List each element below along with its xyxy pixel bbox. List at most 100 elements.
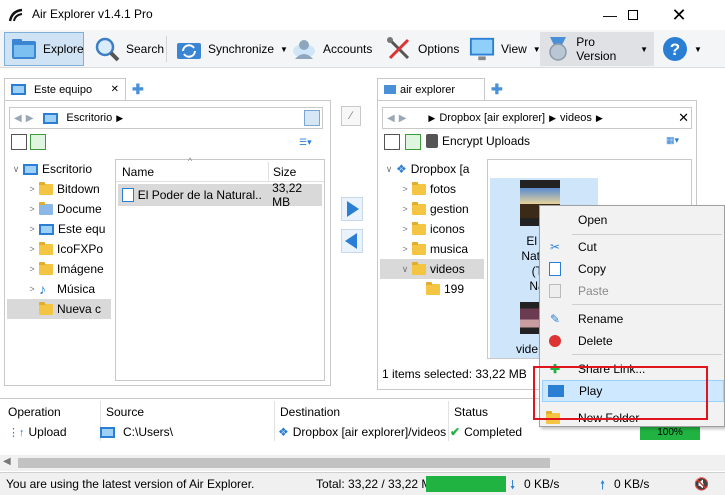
view-button[interactable]: View ▼ <box>463 32 547 66</box>
column-destination[interactable]: Destination <box>280 405 340 419</box>
cloud-icon <box>384 85 396 94</box>
address-segment[interactable]: videos <box>560 112 592 124</box>
expand-icon[interactable]: > <box>25 264 39 274</box>
options-button[interactable]: Options <box>380 32 465 66</box>
forward-arrow-icon[interactable]: ▶ <box>399 113 407 124</box>
chevron-right-icon: ▶ <box>595 112 603 123</box>
tree-item-musica[interactable]: > musica <box>380 239 484 259</box>
collapse-icon[interactable]: ∨ <box>9 164 23 175</box>
tree-item-icofx[interactable]: > IcoFXPo <box>7 239 111 259</box>
menu-item-copy[interactable]: Copy <box>542 258 724 280</box>
upload-speed: 0 KB/s <box>614 477 650 491</box>
folder-icon <box>412 181 426 195</box>
address-segment[interactable]: Dropbox [air explorer] <box>439 112 545 124</box>
menu-item-open[interactable]: Open <box>542 209 724 231</box>
new-tab-left-icon[interactable]: ✚ <box>132 81 144 98</box>
expand-icon[interactable]: > <box>25 204 39 214</box>
accounts-button[interactable]: Accounts <box>285 32 378 66</box>
expand-icon[interactable]: > <box>25 244 39 254</box>
collapse-icon[interactable]: ∨ <box>382 164 396 175</box>
close-button[interactable]: ✕ <box>656 0 702 30</box>
tree-label: Este equ <box>58 222 106 236</box>
tree-item-gestion[interactable]: > gestion <box>380 199 484 219</box>
status-bar: You are using the latest version of Air … <box>0 472 725 495</box>
collapse-icon[interactable]: ∨ <box>398 264 412 275</box>
tree-item-documentos[interactable]: > Docume <box>7 199 111 219</box>
view-mode-icon[interactable]: ☰▾ <box>299 137 321 149</box>
tab-este-equipo[interactable]: Este equipo ✕ <box>4 78 126 100</box>
menu-item-delete[interactable]: Delete <box>542 330 724 352</box>
scrollbar-thumb[interactable] <box>18 458 550 468</box>
tree-item-bitdown[interactable]: > Bitdown <box>7 179 111 199</box>
copy-right-button[interactable] <box>341 197 363 221</box>
expand-icon[interactable]: > <box>398 204 412 214</box>
menu-item-rename[interactable]: ✎ Rename <box>542 308 724 330</box>
select-all-icon[interactable] <box>384 134 400 150</box>
column-status[interactable]: Status <box>454 405 488 419</box>
synchronize-button[interactable]: Synchronize ▼ <box>170 32 294 66</box>
refresh-icon[interactable] <box>304 110 320 126</box>
encrypt-uploads-toggle[interactable]: Encrypt Uploads <box>426 134 530 148</box>
folder-icon <box>39 181 53 195</box>
tree-item-videos[interactable]: ∨ videos <box>380 259 484 279</box>
maximize-button[interactable] <box>610 0 656 30</box>
expand-icon[interactable]: > <box>398 244 412 254</box>
explore-button[interactable]: Explore <box>4 32 84 66</box>
menu-label: Cut <box>578 240 597 254</box>
download-icon: 🠗 <box>510 478 516 492</box>
tree-item-este-equipo[interactable]: > Este equ <box>7 219 111 239</box>
tree-item-imagenes[interactable]: > Imágene <box>7 259 111 279</box>
folder-icon <box>39 241 53 255</box>
expand-icon[interactable]: > <box>25 184 39 194</box>
close-icon[interactable]: ✕ <box>678 110 689 126</box>
expand-icon[interactable]: > <box>398 184 412 194</box>
tree-item-fotos[interactable]: > fotos <box>380 179 484 199</box>
back-arrow-icon[interactable]: ◀ <box>387 113 395 124</box>
search-button[interactable]: Search <box>88 32 170 66</box>
chevron-right-icon: ▶ <box>428 112 436 123</box>
chevron-right-icon: ▶ <box>116 112 124 123</box>
address-text: Escritorio <box>66 112 113 124</box>
select-all-icon[interactable] <box>11 134 27 150</box>
tree-item-dropbox[interactable]: ∨ ❖ Dropbox [a <box>380 159 484 179</box>
notification-icon[interactable]: 🔇 <box>694 477 709 491</box>
menu-item-cut[interactable]: ✂ Cut <box>542 236 724 258</box>
right-address-bar[interactable]: ◀ ▶ ▶ Dropbox [air explorer] ▶ videos ▶ … <box>382 107 692 129</box>
column-size[interactable]: Size <box>268 161 296 182</box>
column-name[interactable]: Name <box>122 165 154 179</box>
horizontal-scrollbar[interactable]: ◀ <box>0 455 725 471</box>
left-address-bar[interactable]: ◀ ▶ Escritorio ▶ <box>9 107 323 129</box>
menu-item-paste[interactable]: Paste <box>542 280 724 302</box>
tab-air-explorer[interactable]: air explorer <box>377 78 485 100</box>
pro-version-button[interactable]: Pro Version ▼ <box>540 32 654 66</box>
tree-item-iconos[interactable]: > iconos <box>380 219 484 239</box>
expand-icon[interactable]: > <box>25 284 39 294</box>
scroll-left-icon[interactable]: ◀ <box>3 456 11 467</box>
view-mode-icon[interactable]: ▦▾ <box>666 135 692 149</box>
menu-separator <box>572 354 722 355</box>
help-button[interactable]: ? ▼ <box>656 32 708 66</box>
column-source[interactable]: Source <box>106 405 144 419</box>
file-row[interactable]: El Poder de la Natural... 33,22 MB <box>118 181 322 209</box>
tree-item-musica[interactable]: > ♪ Música <box>7 279 111 299</box>
new-tab-right-icon[interactable]: ✚ <box>491 81 503 98</box>
expand-icon[interactable]: > <box>25 224 39 234</box>
tree-item-199[interactable]: 199 <box>380 279 484 299</box>
transfer-row[interactable]: ⋮↑ Upload <box>8 425 67 439</box>
transfer-operation: Upload <box>28 425 67 439</box>
app-logo-icon <box>8 8 23 22</box>
transfer-source: C:\Users\ <box>100 425 173 439</box>
expand-icon[interactable]: > <box>398 224 412 234</box>
selection-status: 1 items selected: 33,22 MB <box>382 367 527 381</box>
tree-label: iconos <box>430 222 465 236</box>
back-arrow-icon[interactable]: ◀ <box>14 113 22 124</box>
close-tab-icon[interactable]: ✕ <box>111 84 119 95</box>
column-operation[interactable]: Operation <box>8 405 61 419</box>
tree-item-escritorio[interactable]: ∨ Escritorio <box>7 159 111 179</box>
link-panels-icon[interactable]: ∕ <box>341 106 361 126</box>
add-folder-icon[interactable] <box>30 134 46 150</box>
tree-item-nueva-carpeta[interactable]: Nueva c <box>7 299 111 319</box>
forward-arrow-icon[interactable]: ▶ <box>26 113 34 124</box>
add-folder-icon[interactable] <box>405 134 421 150</box>
copy-left-button[interactable] <box>341 229 363 253</box>
